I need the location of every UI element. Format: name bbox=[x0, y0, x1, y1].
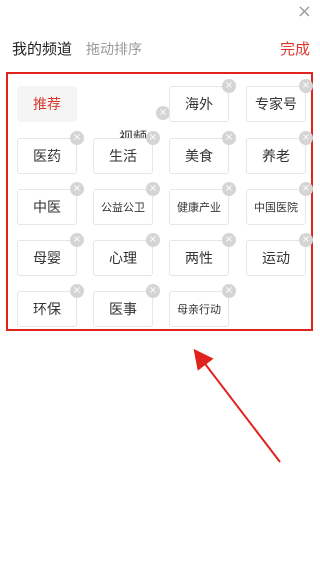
annotation-arrow-line bbox=[193, 348, 281, 463]
annotation-arrow bbox=[193, 348, 281, 463]
channel-editor-screen: × 我的频道 拖动排序 完成 推荐视频×海外×专家号×医药×生活×美食×养老×中… bbox=[0, 0, 320, 580]
